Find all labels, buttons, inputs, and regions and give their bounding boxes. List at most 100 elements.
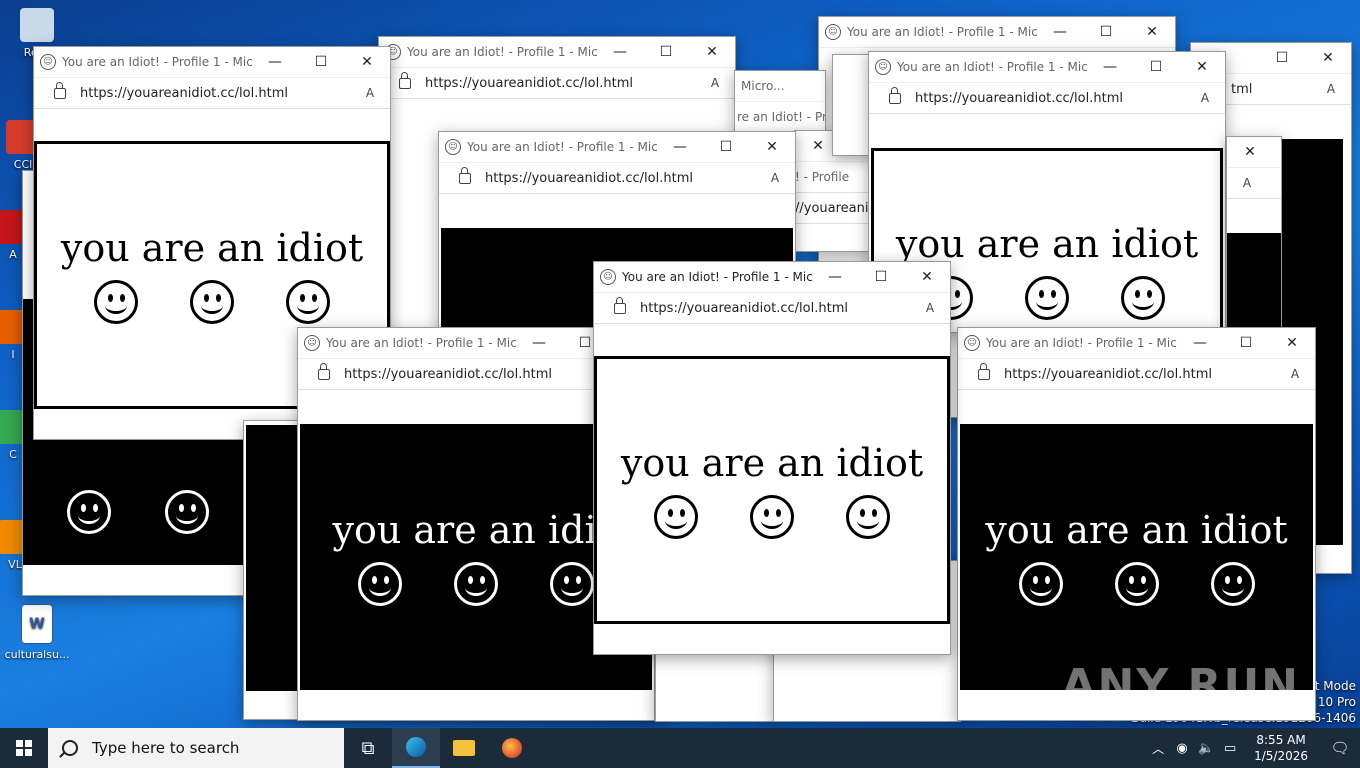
address-bar[interactable]: https://youareanidiot.cc/lol.html — [80, 86, 350, 101]
clock-date: 1/5/2026 — [1254, 749, 1308, 763]
desktop-icon-label: C — [9, 448, 17, 461]
smiley-face-icon — [454, 562, 498, 606]
system-tray: ︿ ◉ 🔈 ▭ 8:55 AM 1/5/2026 🗨 — [1146, 728, 1360, 768]
smiley-face-icon — [190, 280, 234, 324]
file-explorer-icon[interactable] — [440, 728, 488, 768]
maximize-button[interactable]: ☐ — [703, 139, 749, 155]
maximize-button[interactable]: ☐ — [298, 54, 344, 70]
minimize-button[interactable]: — — [252, 54, 298, 70]
minimize-button[interactable]: — — [812, 269, 858, 285]
smiley-favicon-icon: ☺ — [304, 335, 320, 351]
close-button[interactable]: ✕ — [904, 269, 950, 285]
close-button[interactable]: ✕ — [749, 139, 795, 155]
maximize-button[interactable]: ☐ — [643, 44, 689, 60]
maximize-button[interactable]: ☐ — [858, 269, 904, 285]
word-document-icon[interactable]: W culturalsu... — [2, 604, 72, 661]
lock-icon — [399, 71, 411, 89]
read-aloud-icon[interactable]: A — [1185, 91, 1225, 105]
window-title: You are an Idiot! - Profile 1 - Micro... — [407, 45, 597, 59]
lock-icon — [54, 81, 66, 99]
maximize-button[interactable]: ☐ — [1083, 24, 1129, 40]
close-button[interactable]: ✕ — [1129, 24, 1175, 40]
start-button[interactable] — [0, 728, 48, 768]
search-icon — [62, 740, 78, 756]
minimize-button[interactable]: — — [657, 139, 703, 155]
smiley-face-icon — [1114, 562, 1159, 606]
smiley-face-icon — [358, 562, 402, 606]
meet-now-icon[interactable]: ◉ — [1170, 728, 1194, 768]
browser-window-right-edge[interactable]: ✕ A — [1226, 136, 1282, 328]
smiley-face-icon — [94, 280, 138, 324]
window-title-fragment: ! - Profile — [795, 170, 850, 184]
desktop-icon-label: VL — [8, 558, 22, 571]
network-icon[interactable]: ▭ — [1218, 728, 1242, 768]
maximize-button[interactable]: ☐ — [1223, 335, 1269, 351]
window-title: You are an Idiot! - Profile 1 - Micro... — [897, 60, 1087, 74]
minimize-button[interactable]: — — [597, 44, 643, 60]
window-title: You are an Idiot! - Profile 1 - Micro... — [847, 25, 1037, 39]
address-bar[interactable]: https://youareanidiot.cc/lol.html — [915, 91, 1185, 106]
smiley-face-icon — [846, 495, 890, 539]
desktop-icon-label: culturalsu... — [4, 648, 70, 661]
page-panel: you are an idiot — [594, 356, 950, 624]
read-aloud-icon[interactable]: A — [1227, 176, 1267, 190]
address-bar[interactable]: https://youareanidiot.cc/lol.html — [640, 301, 910, 316]
edge-taskbar-icon[interactable] — [392, 728, 440, 768]
clock-time: 8:55 AM — [1256, 733, 1306, 747]
close-button[interactable]: ✕ — [1269, 335, 1315, 351]
address-bar[interactable]: https://youareanidiot.cc/lol.html — [425, 76, 695, 91]
desktop: Recy CCl A I C VL W culturalsu... st Mod… — [0, 0, 1360, 728]
address-bar[interactable]: https://youareanidiot.cc/lol.html — [1004, 367, 1275, 382]
minimize-button[interactable]: — — [1177, 335, 1223, 351]
browser-window-strip-a[interactable]: Micro... re an Idiot! - Pr — [734, 70, 826, 132]
firefox-taskbar-icon[interactable] — [488, 728, 536, 768]
anyrun-watermark: ANY RUN — [1061, 660, 1300, 711]
window-title: Micro... — [741, 79, 785, 93]
smiley-favicon-icon: ☺ — [825, 24, 841, 40]
minimize-button[interactable]: — — [1087, 59, 1133, 75]
read-aloud-icon[interactable]: A — [1275, 367, 1315, 381]
task-view-icon[interactable]: ⧉ — [344, 728, 392, 768]
read-aloud-icon[interactable]: A — [1311, 82, 1351, 96]
desktop-icon-label: I — [11, 348, 15, 361]
minimize-button[interactable]: — — [516, 335, 562, 351]
smiley-face-icon — [286, 280, 330, 324]
minimize-button[interactable]: — — [1037, 24, 1083, 40]
lock-icon — [889, 86, 901, 104]
read-aloud-icon[interactable]: A — [755, 171, 795, 185]
smiley-favicon-icon: ☺ — [600, 269, 616, 285]
close-button[interactable]: ✕ — [344, 54, 390, 70]
address-bar[interactable]: https://youareanidiot.cc/lol.html — [344, 367, 614, 382]
close-button[interactable]: ✕ — [1227, 144, 1273, 160]
smiley-face-icon — [67, 490, 111, 534]
notification-icon[interactable]: 🗨 — [1320, 728, 1360, 768]
maximize-button[interactable]: ☐ — [1133, 59, 1179, 75]
clock[interactable]: 8:55 AM 1/5/2026 — [1254, 732, 1308, 764]
close-button[interactable]: ✕ — [1179, 59, 1225, 75]
maximize-button[interactable]: ☐ — [1259, 50, 1305, 66]
smiley-favicon-icon: ☺ — [40, 54, 56, 70]
smiley-favicon-icon: ☺ — [875, 59, 891, 75]
window-title: You are an Idiot! - Profile 1 - Micro... — [986, 336, 1177, 350]
chevron-up-icon[interactable]: ︿ — [1146, 728, 1170, 768]
volume-icon[interactable]: 🔈 — [1194, 728, 1218, 768]
smiley-face-icon — [550, 562, 594, 606]
read-aloud-icon[interactable]: A — [695, 76, 735, 90]
close-button[interactable]: ✕ — [1305, 50, 1351, 66]
lock-icon — [318, 362, 330, 380]
read-aloud-icon[interactable]: A — [910, 301, 950, 315]
browser-window-front-center[interactable]: ☺ You are an Idiot! - Profile 1 - Micro..… — [593, 261, 951, 655]
smiley-face-icon — [1025, 276, 1069, 320]
taskbar-search-box[interactable]: Type here to search — [48, 728, 344, 768]
address-bar[interactable]: https://youareanidiot.cc/lol.html — [485, 171, 755, 186]
close-button[interactable]: ✕ — [689, 44, 735, 60]
page-panel — [1227, 233, 1281, 327]
read-aloud-icon[interactable]: A — [350, 86, 390, 100]
page-message: you are an idio — [332, 508, 620, 552]
window-title: You are an Idiot! - Profile 1 - Micro... — [467, 140, 657, 154]
lock-icon — [614, 296, 626, 314]
taskbar: Type here to search ⧉ ︿ ◉ 🔈 ▭ 8:55 AM 1/… — [0, 728, 1360, 768]
smiley-face-icon — [1210, 562, 1255, 606]
page-message: you are an idiot — [620, 441, 924, 485]
smiley-face-icon — [1121, 276, 1165, 320]
